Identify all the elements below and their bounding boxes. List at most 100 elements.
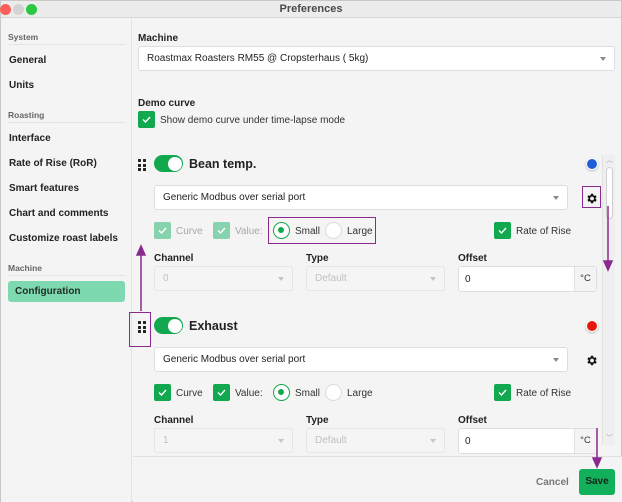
check-icon bbox=[498, 389, 507, 396]
bean-temp-offset-value: 0 bbox=[465, 274, 471, 285]
bean-temp-size-small-radio[interactable] bbox=[273, 222, 290, 239]
check-icon bbox=[142, 116, 151, 123]
sidebar-section-roasting: Roasting bbox=[8, 110, 45, 120]
exhaust-offset-label: Offset bbox=[458, 415, 487, 426]
scroll-down-icon[interactable]: ﹀ bbox=[606, 433, 613, 443]
scrollbar-thumb[interactable] bbox=[606, 167, 613, 219]
exhaust-type-value: Default bbox=[315, 435, 347, 446]
window-title: Preferences bbox=[279, 3, 343, 15]
sidebar-section-system: System bbox=[8, 32, 39, 42]
bean-temp-value-checkbox[interactable] bbox=[213, 222, 230, 239]
bean-temp-title: Bean temp. bbox=[189, 157, 257, 171]
exhaust-value-label: Value: bbox=[235, 388, 263, 399]
sidebar-item-units[interactable]: Units bbox=[9, 80, 34, 91]
bean-temp-curve-checkbox[interactable] bbox=[154, 222, 171, 239]
cancel-button[interactable]: Cancel bbox=[536, 477, 569, 488]
save-button[interactable]: Save bbox=[579, 469, 615, 495]
bean-temp-curve-label: Curve bbox=[176, 226, 203, 237]
bean-temp-channel-label: Channel bbox=[154, 253, 194, 264]
machine-select-value: Roastmax Roasters RM55 @ Cropsterhaus ( … bbox=[147, 53, 369, 64]
sidebar-item-general[interactable]: General bbox=[9, 55, 46, 66]
sidebar-item-interface[interactable]: Interface bbox=[9, 133, 51, 144]
sidebar-item-chart-and-comments[interactable]: Chart and comments bbox=[9, 208, 108, 219]
exhaust-size-large-radio[interactable] bbox=[325, 384, 342, 401]
bean-temp-driver-value: Generic Modbus over serial port bbox=[163, 192, 306, 203]
check-icon bbox=[217, 389, 226, 396]
sidebar-item-rate-of-rise[interactable]: Rate of Rise (RoR) bbox=[9, 158, 97, 169]
bean-temp-channel-value: 0 bbox=[163, 273, 169, 284]
check-icon bbox=[217, 227, 226, 234]
sidebar-item-smart-features[interactable]: Smart features bbox=[9, 183, 79, 194]
exhaust-size-large-label: Large bbox=[347, 388, 373, 399]
exhaust-rate-of-rise-label: Rate of Rise bbox=[516, 388, 572, 399]
check-icon bbox=[158, 389, 167, 396]
bean-temp-offset-input[interactable]: 0 °C bbox=[458, 266, 597, 292]
bean-temp-size-large-radio[interactable] bbox=[325, 222, 342, 239]
bean-temp-size-large-label: Large bbox=[347, 226, 373, 237]
chevron-down-icon bbox=[430, 438, 436, 443]
chevron-down-icon bbox=[553, 195, 559, 200]
bean-temp-channel-select[interactable]: 0 bbox=[154, 266, 293, 291]
exhaust-size-small-radio[interactable] bbox=[273, 384, 290, 401]
exhaust-offset-unit: °C bbox=[574, 429, 596, 453]
chevron-down-icon bbox=[278, 438, 284, 443]
exhaust-driver-value: Generic Modbus over serial port bbox=[163, 354, 306, 365]
machine-label: Machine bbox=[138, 33, 179, 44]
chevron-down-icon bbox=[430, 276, 436, 281]
bean-temp-type-select[interactable]: Default bbox=[306, 266, 445, 291]
check-icon bbox=[158, 227, 167, 234]
sidebar-item-customize-roast-labels[interactable]: Customize roast labels bbox=[9, 233, 118, 244]
exhaust-curve-checkbox[interactable] bbox=[154, 384, 171, 401]
demo-curve-checkbox[interactable] bbox=[138, 111, 155, 128]
configuration-panel: Machine Roastmax Roasters RM55 @ Cropste… bbox=[133, 19, 622, 456]
exhaust-toggle[interactable] bbox=[154, 317, 183, 334]
exhaust-rate-of-rise-checkbox[interactable] bbox=[494, 384, 511, 401]
gear-icon[interactable] bbox=[585, 192, 598, 205]
scroll-up-icon[interactable]: ︿ bbox=[606, 155, 613, 165]
exhaust-size-small-label: Small bbox=[295, 388, 321, 399]
exhaust-offset-value: 0 bbox=[465, 436, 471, 447]
exhaust-curve-label: Curve bbox=[176, 388, 203, 399]
sidebar-divider bbox=[8, 44, 125, 45]
chevron-down-icon bbox=[278, 276, 284, 281]
bean-temp-offset-label: Offset bbox=[458, 253, 487, 264]
chevron-down-icon bbox=[600, 56, 606, 61]
bean-temp-rate-of-rise-label: Rate of Rise bbox=[516, 226, 572, 237]
drag-handle-icon[interactable] bbox=[138, 159, 146, 171]
title-bar: Preferences bbox=[0, 1, 621, 18]
dialog-footer: Cancel Save bbox=[133, 456, 622, 502]
machine-select[interactable]: Roastmax Roasters RM55 @ Cropsterhaus ( … bbox=[138, 46, 615, 71]
check-icon bbox=[498, 227, 507, 234]
exhaust-channel-value: 1 bbox=[163, 435, 169, 446]
exhaust-type-label: Type bbox=[306, 415, 329, 426]
exhaust-type-select[interactable]: Default bbox=[306, 428, 445, 453]
preferences-window: Preferences System General Units Roastin… bbox=[0, 0, 622, 502]
demo-curve-checkbox-label: Show demo curve under time-lapse mode bbox=[160, 115, 346, 126]
sensor-list-scrollbar[interactable]: ︿ ﹀ bbox=[602, 155, 615, 445]
bean-temp-driver-select[interactable]: Generic Modbus over serial port bbox=[154, 185, 568, 210]
gear-icon[interactable] bbox=[585, 354, 598, 367]
bean-temp-type-label: Type bbox=[306, 253, 329, 264]
exhaust-color-picker[interactable] bbox=[586, 320, 598, 332]
exhaust-title: Exhaust bbox=[189, 319, 238, 333]
chevron-down-icon bbox=[553, 357, 559, 362]
sidebar-divider bbox=[8, 275, 125, 276]
exhaust-value-checkbox[interactable] bbox=[213, 384, 230, 401]
bean-temp-value-label: Value: bbox=[235, 226, 263, 237]
bean-temp-rate-of-rise-checkbox[interactable] bbox=[494, 222, 511, 239]
exhaust-driver-select[interactable]: Generic Modbus over serial port bbox=[154, 347, 568, 372]
sidebar: System General Units Roasting Interface … bbox=[1, 19, 132, 502]
demo-curve-label: Demo curve bbox=[138, 98, 196, 109]
exhaust-channel-label: Channel bbox=[154, 415, 194, 426]
sidebar-divider bbox=[8, 122, 125, 123]
bean-temp-color-picker[interactable] bbox=[586, 158, 598, 170]
bean-temp-toggle[interactable] bbox=[154, 155, 183, 172]
bean-temp-type-value: Default bbox=[315, 273, 347, 284]
sidebar-item-configuration[interactable]: Configuration bbox=[8, 281, 125, 302]
exhaust-offset-input[interactable]: 0 °C bbox=[458, 428, 597, 454]
exhaust-channel-select[interactable]: 1 bbox=[154, 428, 293, 453]
drag-handle-icon[interactable] bbox=[138, 321, 146, 333]
sidebar-section-machine: Machine bbox=[8, 263, 43, 273]
bean-temp-offset-unit: °C bbox=[574, 267, 596, 291]
bean-temp-size-small-label: Small bbox=[295, 226, 321, 237]
